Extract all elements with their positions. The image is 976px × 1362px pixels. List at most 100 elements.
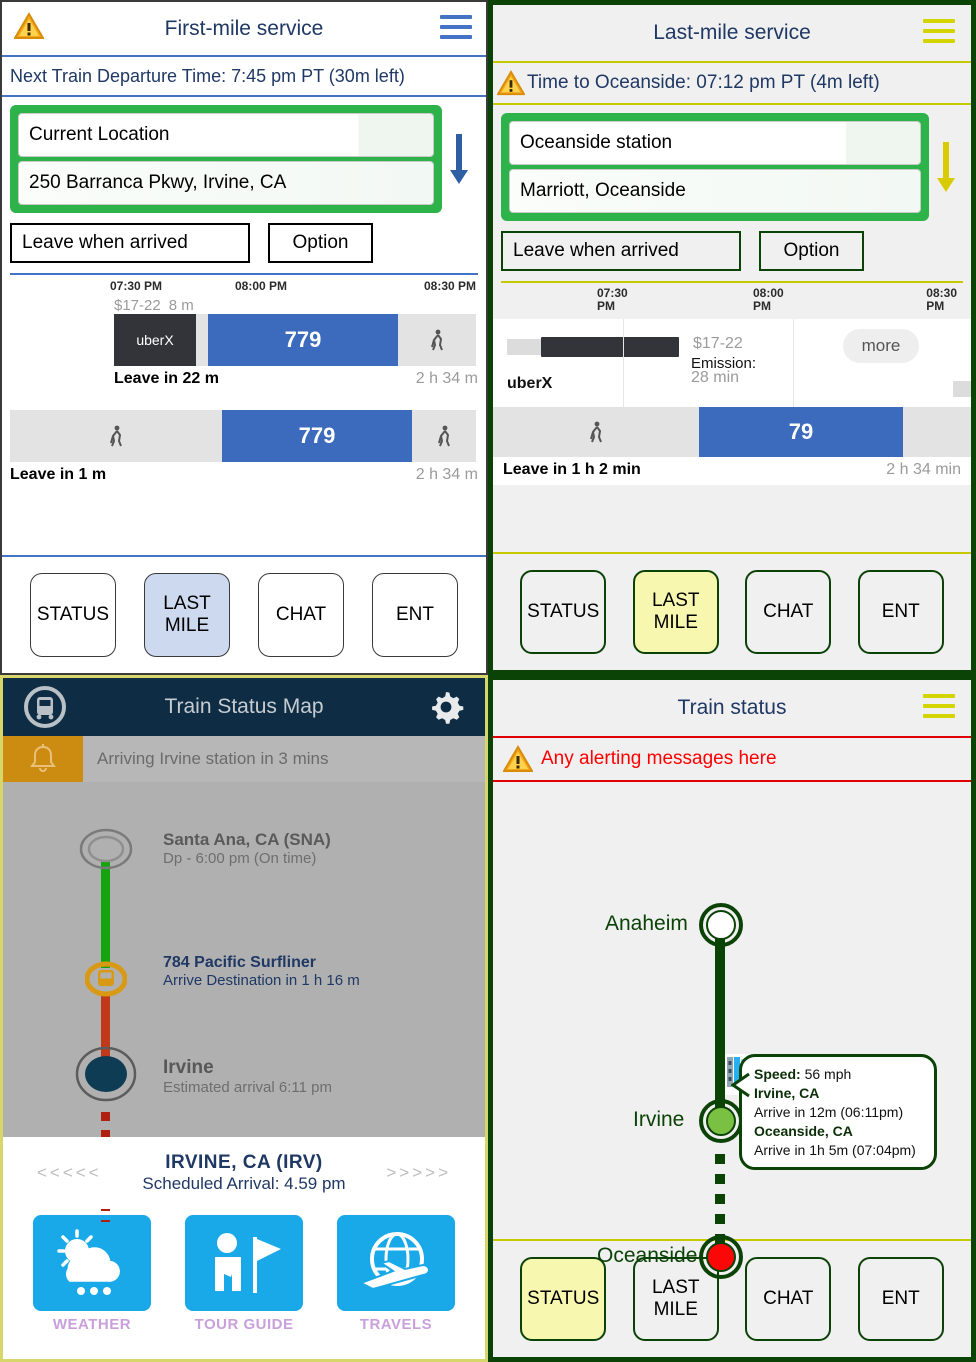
route-name: 784 Pacific Surfliner: [163, 954, 316, 971]
segment-walk: [412, 410, 476, 462]
nav-button-chat[interactable]: CHAT: [745, 570, 832, 654]
station-marker-anaheim[interactable]: [698, 902, 744, 953]
callout-stop2-eta: Arrive in 1h 5m (07:04pm): [754, 1141, 916, 1158]
leave-when-arrived-button[interactable]: Leave when arrived: [501, 231, 741, 271]
bell-icon[interactable]: [3, 736, 83, 782]
nav-button-chat[interactable]: CHAT: [745, 1257, 832, 1341]
leave-when-arrived-button[interactable]: Leave when arrived: [10, 223, 250, 263]
prev-station-chevrons[interactable]: <<<<<: [37, 1163, 102, 1183]
nav-label: LAST MILE: [651, 590, 700, 633]
callout-speed-label: Speed:: [754, 1066, 801, 1082]
arrow-down-icon[interactable]: [442, 105, 476, 213]
route-leave-time: Leave in 22 m: [114, 370, 219, 387]
app-shortcut-travels[interactable]: TRAVELS: [337, 1215, 455, 1333]
app-label: WEATHER: [52, 1316, 132, 1333]
origin-input[interactable]: Oceanside station: [509, 121, 922, 165]
hamburger-menu-icon[interactable]: [923, 19, 955, 49]
tour-guide-flag-icon: [185, 1215, 303, 1311]
nav-button-last-mile[interactable]: LAST MILE: [632, 570, 719, 654]
tick-label: 07:30 PM: [597, 286, 628, 314]
panel2-bottom-nav: STATUS LAST MILE CHAT ENT: [493, 552, 971, 670]
tick-label: 08:30 PM: [926, 286, 957, 314]
hamburger-menu-icon[interactable]: [923, 694, 955, 724]
screenshot-root: First-mile service Next Train Departure …: [0, 0, 976, 1362]
nav-button-ent[interactable]: ENT: [857, 570, 944, 654]
panel1-status-bar: Next Train Departure Time: 7:45 pm PT (3…: [2, 57, 486, 97]
nav-button-status[interactable]: STATUS: [30, 573, 116, 657]
station-name: IRVINE, CA (IRV): [165, 1152, 323, 1173]
stop-info-irvine: Irvine Estimated arrival 6:11 pm: [163, 1057, 332, 1096]
panel2-option-row: Leave when arrived Option: [501, 231, 963, 271]
app-shortcut-weather[interactable]: WEATHER: [33, 1215, 151, 1333]
origin-input[interactable]: Current Location: [18, 113, 434, 157]
panel3-alert-bar: Arriving Irvine station in 3 mins: [3, 736, 485, 782]
segment-walk: [10, 410, 222, 462]
route-info: 784 Pacific Surfliner Arrive Destination…: [163, 954, 360, 989]
segment-bus: 779: [208, 314, 398, 366]
callout-stop1-name: Irvine, CA: [754, 1084, 820, 1101]
next-station-chevrons[interactable]: >>>>>: [386, 1163, 451, 1183]
option-button[interactable]: Option: [268, 223, 373, 263]
nav-label: LAST MILE: [163, 593, 211, 636]
segment-uberx: uberX: [114, 314, 196, 366]
panel3-route-map: Santa Ana, CA (SNA) Dp - 6:00 pm (On tim…: [3, 782, 485, 1222]
hamburger-menu-icon[interactable]: [440, 15, 472, 45]
gear-icon[interactable]: [427, 688, 465, 731]
more-button[interactable]: more: [843, 329, 919, 363]
nav-label: LAST MILE: [651, 1277, 700, 1320]
stop-marker-santa-ana[interactable]: [79, 827, 133, 876]
option-button[interactable]: Option: [759, 231, 864, 271]
route-line-solid: [715, 932, 725, 1112]
callout-stop1-eta: Arrive in 12m (06:11pm): [754, 1103, 904, 1120]
panel2-titlebar: Last-mile service: [493, 5, 971, 63]
station-marker-irvine[interactable]: [698, 1098, 744, 1149]
stop-name: Irvine: [163, 1057, 214, 1078]
route-bar: uberX 779: [10, 314, 478, 366]
route-option-row[interactable]: 779 Leave in 1 m 2 h 34 m: [10, 410, 478, 484]
destination-input[interactable]: Marriott, Oceanside: [509, 169, 922, 213]
route-option-row[interactable]: 79 Leave in 1 h 2 min 2 h 34 min: [493, 407, 971, 485]
nav-button-status[interactable]: STATUS: [520, 1257, 607, 1341]
segment-bus: 779: [222, 410, 412, 462]
nav-button-status[interactable]: STATUS: [520, 570, 607, 654]
panel1-timeline: 07:30 PM 08:00 PM 08:30 PM $17-22 8 m ub…: [2, 273, 486, 555]
route-option-row[interactable]: uberX 28 min $17-22 Emission: more: [493, 319, 971, 407]
panel3-app-shortcuts: WEATHER TOUR GUIDE TRAVELS: [3, 1209, 485, 1359]
route-line-green: [101, 862, 110, 968]
stop-name: Santa Ana, CA (SNA): [163, 830, 331, 849]
nav-button-chat[interactable]: CHAT: [258, 573, 344, 657]
stop-marker-irvine[interactable]: [75, 1044, 137, 1109]
panel-last-mile-service: Last-mile service Time to Oceanside: 07:…: [488, 0, 976, 675]
location-box: Oceanside station Marriott, Oceanside: [501, 113, 930, 221]
stop-info-santa-ana: Santa Ana, CA (SNA) Dp - 6:00 pm (On tim…: [163, 830, 331, 867]
arrow-down-icon[interactable]: [929, 113, 963, 221]
route-duration: 8 m: [168, 297, 194, 314]
panel2-status-bar: Time to Oceanside: 07:12 pm PT (4m left): [493, 63, 971, 105]
destination-input[interactable]: 250 Barranca Pkwy, Irvine, CA: [18, 161, 434, 205]
route-option-row[interactable]: $17-22 8 m uberX 779 Leave in 22 m 2 h 3…: [10, 297, 478, 388]
tick-label: 08:00 PM: [753, 286, 784, 314]
station-marker-oceanside[interactable]: [698, 1234, 744, 1285]
station-label-oceanside: Oceanside: [597, 1244, 698, 1267]
callout-tail: [731, 1072, 750, 1098]
nav-button-ent[interactable]: ENT: [372, 573, 458, 657]
segment-uberx: [541, 337, 679, 357]
panel4-alert-text: Any alerting messages here: [541, 748, 777, 769]
nav-button-last-mile[interactable]: LAST MILE: [144, 573, 230, 657]
panel3-alert-text: Arriving Irvine station in 3 mins: [97, 749, 329, 768]
panel1-bottom-nav: STATUS LAST MILE CHAT ENT: [2, 555, 486, 673]
next-train-departure-text: Next Train Departure Time: 7:45 pm PT (3…: [10, 65, 405, 86]
panel3-titlebar: Train Status Map: [3, 678, 485, 736]
tick-label: 08:30 PM: [423, 279, 476, 293]
segment-walk: [398, 314, 476, 366]
nav-button-ent[interactable]: ENT: [857, 1257, 944, 1341]
route-total-time: 2 h 34 min: [886, 461, 961, 478]
page-title: Train Status Map: [164, 695, 324, 718]
callout-stop2-name: Oceanside, CA: [754, 1122, 853, 1139]
route-leave-time: Leave in 1 m: [10, 466, 107, 483]
segment-gap: [196, 314, 208, 366]
app-shortcut-tour-guide[interactable]: TOUR GUIDE: [185, 1215, 303, 1333]
warning-triangle-icon: [13, 12, 45, 45]
stop-sub: Dp - 6:00 pm (On time): [163, 850, 317, 867]
route-bar: 79: [493, 407, 971, 457]
